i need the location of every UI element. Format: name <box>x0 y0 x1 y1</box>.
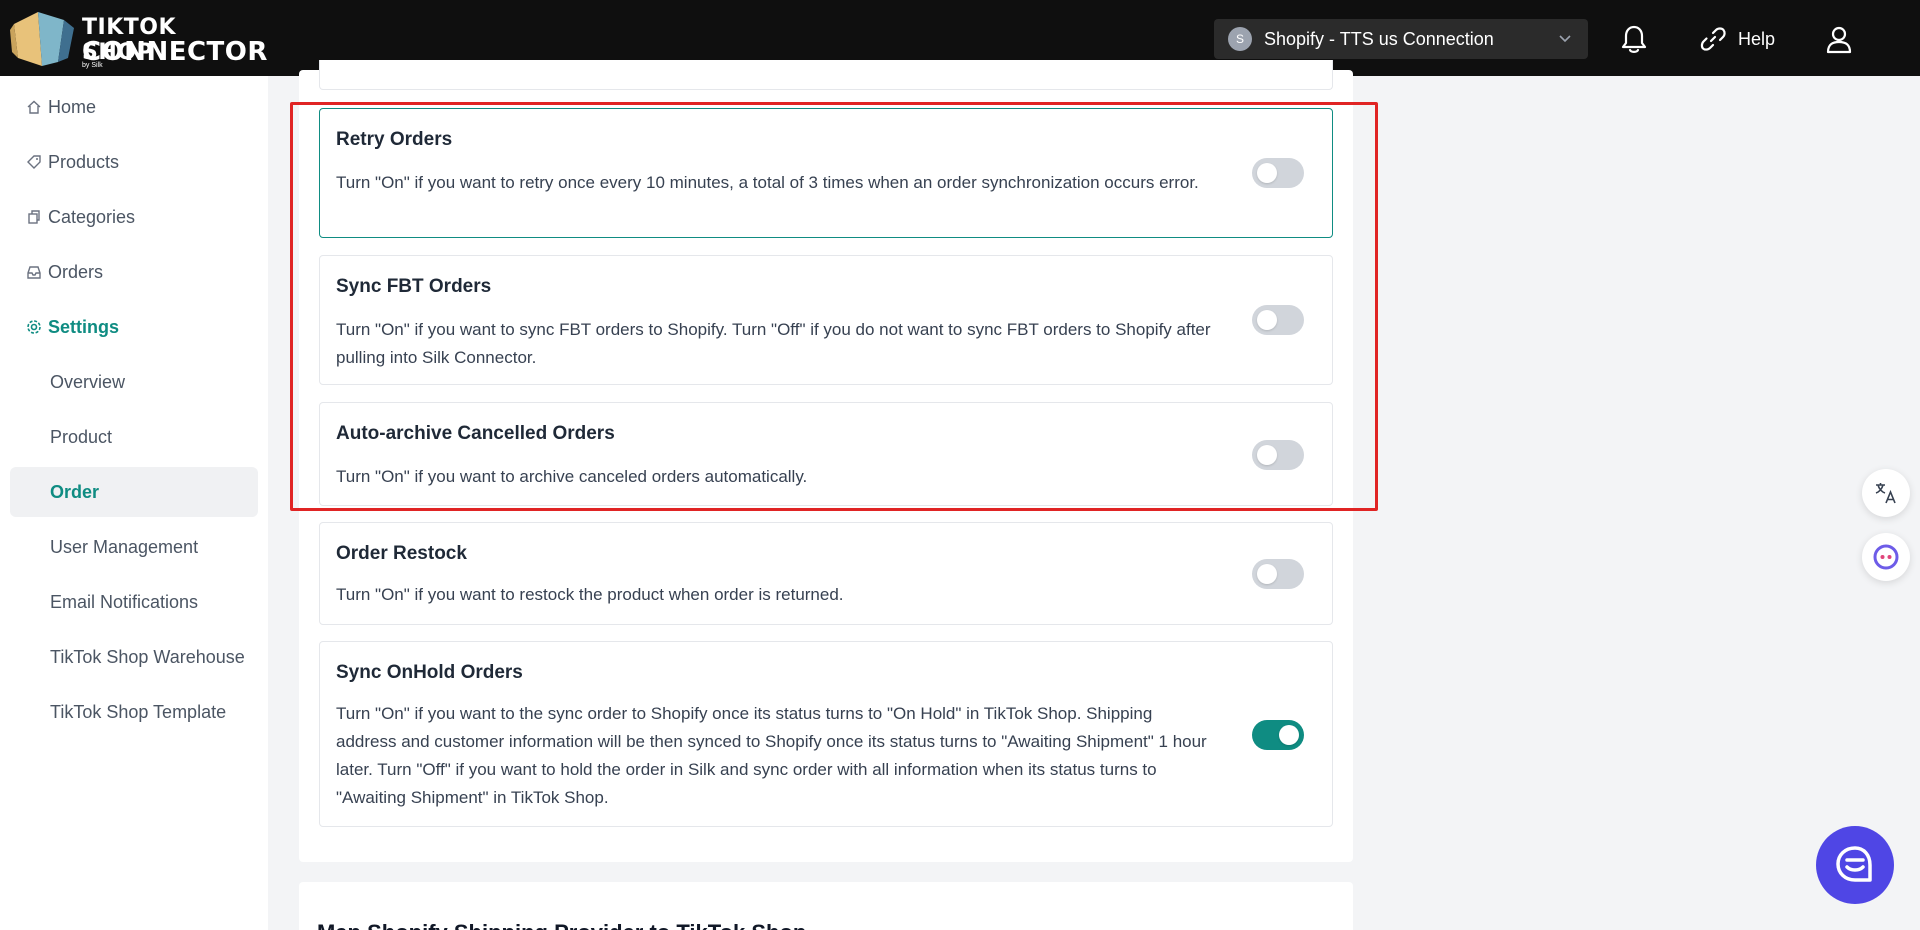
order-restock-toggle[interactable] <box>1252 559 1304 589</box>
home-icon <box>27 100 41 114</box>
sidebar-item-label: Categories <box>48 206 136 227</box>
help-link[interactable]: Help <box>1700 24 1775 54</box>
setting-title: Sync FBT Orders <box>336 276 492 297</box>
sidebar-item-label: User Management <box>50 536 199 557</box>
sidebar-item-label: Product <box>50 426 113 447</box>
setting-retry-orders: Retry Orders Turn "On" if you want to re… <box>319 108 1333 238</box>
translate-button[interactable] <box>1862 469 1910 517</box>
app-logo[interactable]: TIKTOK SHOP CONNECTOR by Silk <box>8 8 267 70</box>
sidebar-item-label: Order <box>50 481 100 502</box>
setting-title: Auto-archive Cancelled Orders <box>336 423 615 444</box>
sidebar-item-categories[interactable]: Categories <box>10 192 258 242</box>
sidebar-subitem-product[interactable]: Product <box>10 412 258 462</box>
toggle-knob <box>1257 310 1277 330</box>
copy-icon <box>28 210 40 224</box>
sidebar-subitem-tiktok-shop-warehouse[interactable]: TikTok Shop Warehouse <box>10 632 258 682</box>
sidebar-item-label: Overview <box>50 371 126 392</box>
setting-title: Sync OnHold Orders <box>336 662 523 683</box>
sidebar-item-label: Home <box>48 96 97 117</box>
sidebar: Home Products Categories Orders Settings… <box>0 76 268 930</box>
sidebar-item-label: Orders <box>48 261 104 282</box>
user-icon[interactable] <box>1824 24 1854 54</box>
setting-description: Turn "On" if you want to sync FBT orders… <box>336 320 1211 367</box>
section-title: Map Shopify Shipping Provider to TikTok … <box>317 920 806 930</box>
sidebar-item-orders[interactable]: Orders <box>10 247 258 297</box>
logo-by-text: by Silk <box>82 62 103 69</box>
sidebar-subitem-email-notifications[interactable]: Email Notifications <box>10 577 258 627</box>
sidebar-item-label: Settings <box>48 316 120 337</box>
toggle-knob <box>1279 725 1299 745</box>
auto-archive-cancelled-orders-toggle[interactable] <box>1252 440 1304 470</box>
setting-sync-fbt-orders: Sync FBT Orders Turn "On" if you want to… <box>319 255 1333 385</box>
store-avatar: S <box>1228 27 1252 51</box>
logo-mark-icon <box>10 12 74 66</box>
store-selector[interactable]: S Shopify - TTS us Connection <box>1214 19 1588 59</box>
toggle-knob <box>1257 163 1277 183</box>
setting-description: Turn "On" if you want to archive cancele… <box>336 467 808 486</box>
sync-fbt-orders-toggle[interactable] <box>1252 305 1304 335</box>
link-icon <box>1700 27 1726 51</box>
toggle-knob <box>1257 564 1277 584</box>
setting-order-restock: Order Restock Turn "On" if you want to r… <box>319 522 1333 625</box>
sidebar-subitem-tiktok-shop-template[interactable]: TikTok Shop Template <box>10 687 258 737</box>
setting-title: Order Restock <box>336 543 467 564</box>
sync-onhold-orders-toggle[interactable] <box>1252 720 1304 750</box>
tag-icon <box>27 155 41 169</box>
sidebar-item-label: Products <box>48 151 120 172</box>
inbox-icon <box>27 266 41 279</box>
retry-orders-toggle[interactable] <box>1252 158 1304 188</box>
setting-description: Turn "On" if you want to retry once ever… <box>336 173 1199 192</box>
toggle-knob <box>1257 445 1277 465</box>
logo-text-line2: CONNECTOR <box>82 37 268 67</box>
sidebar-item-label: Email Notifications <box>50 591 199 612</box>
setting-title: Retry Orders <box>336 129 453 150</box>
chat-support-button[interactable] <box>1816 826 1894 904</box>
sidebar-subitem-order[interactable]: Order <box>10 467 258 517</box>
gear-icon <box>27 320 41 334</box>
translate-icon <box>1875 483 1896 504</box>
chat-icon <box>1836 846 1872 882</box>
setting-auto-archive-cancelled-orders: Auto-archive Cancelled Orders Turn "On" … <box>319 402 1333 506</box>
help-label: Help <box>1738 28 1776 49</box>
setting-description: Turn "On" if you want to the sync order … <box>336 704 1207 807</box>
sidebar-item-settings[interactable]: Settings <box>10 302 258 352</box>
store-name: Shopify - TTS us Connection <box>1264 28 1494 49</box>
sidebar-subitem-user-management[interactable]: User Management <box>10 522 258 572</box>
assistant-button[interactable] <box>1862 533 1910 581</box>
sidebar-item-home[interactable]: Home <box>10 82 258 132</box>
setting-description: Turn "On" if you want to restock the pro… <box>336 585 844 604</box>
previous-setting-item <box>319 60 1333 90</box>
sidebar-item-label: TikTok Shop Warehouse <box>50 646 245 667</box>
setting-sync-onhold-orders: Sync OnHold Orders Turn "On" if you want… <box>319 641 1333 827</box>
sidebar-item-products[interactable]: Products <box>10 137 258 187</box>
bell-icon[interactable] <box>1620 24 1648 54</box>
sidebar-subitem-overview[interactable]: Overview <box>10 357 258 407</box>
assistant-bot-icon <box>1873 544 1899 570</box>
chevron-down-icon <box>1559 35 1571 43</box>
sidebar-item-label: TikTok Shop Template <box>50 701 227 722</box>
shipping-provider-mapping-card: Map Shopify Shipping Provider to TikTok … <box>299 882 1353 930</box>
